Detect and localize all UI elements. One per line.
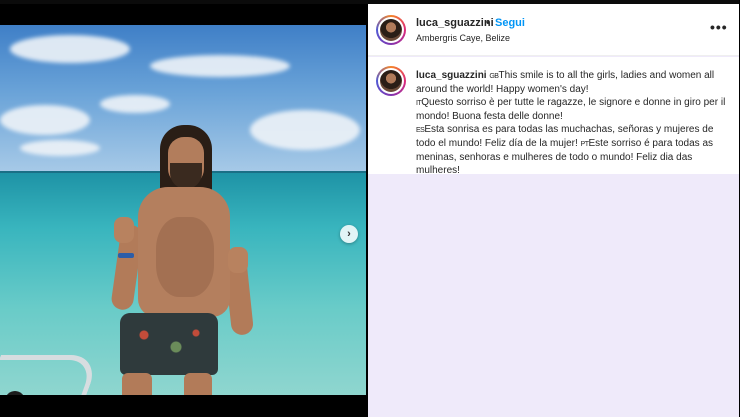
next-slide-button[interactable]: › bbox=[340, 225, 358, 243]
caption-username-link[interactable]: luca_sguazzini bbox=[416, 70, 487, 81]
cloud bbox=[20, 140, 100, 156]
profile-picture bbox=[380, 70, 402, 92]
more-horizontal-icon[interactable]: ••• bbox=[710, 19, 728, 35]
caption-text: luca_sguazzini GBThis smile is to all th… bbox=[416, 69, 734, 177]
chest bbox=[156, 217, 214, 297]
post-side-panel: luca_sguazzini • Segui Ambergris Caye, B… bbox=[368, 4, 739, 417]
cloud bbox=[100, 95, 170, 113]
post-header: luca_sguazzini • Segui Ambergris Caye, B… bbox=[368, 4, 739, 56]
person bbox=[110, 125, 260, 395]
chevron-right-icon: › bbox=[347, 228, 351, 240]
thumbs-up-right bbox=[228, 247, 248, 273]
caption-avatar[interactable] bbox=[376, 66, 406, 96]
cloud bbox=[10, 35, 130, 63]
wristband bbox=[118, 253, 134, 258]
caption-line-italian: Questo sorriso è per tutte le ragazze, l… bbox=[416, 97, 726, 122]
cloud bbox=[0, 105, 90, 135]
caption-section: luca_sguazzini GBThis smile is to all th… bbox=[368, 57, 739, 177]
thumbs-up-left bbox=[114, 217, 134, 243]
shorts-pattern bbox=[128, 323, 208, 363]
left-leg bbox=[122, 373, 152, 395]
flag-pt-icon: PT bbox=[580, 141, 589, 148]
boat-rail bbox=[0, 355, 101, 395]
profile-picture bbox=[380, 19, 402, 41]
follow-button[interactable]: Segui bbox=[495, 17, 525, 29]
post-photo[interactable]: › bbox=[0, 25, 366, 395]
cloud bbox=[250, 110, 360, 150]
separator-bullet: • bbox=[486, 17, 490, 29]
avatar[interactable] bbox=[376, 15, 406, 45]
cloud bbox=[150, 55, 290, 77]
right-leg bbox=[184, 373, 212, 395]
username-link[interactable]: luca_sguazzini bbox=[416, 17, 494, 29]
location-link[interactable]: Ambergris Caye, Belize bbox=[416, 33, 510, 43]
